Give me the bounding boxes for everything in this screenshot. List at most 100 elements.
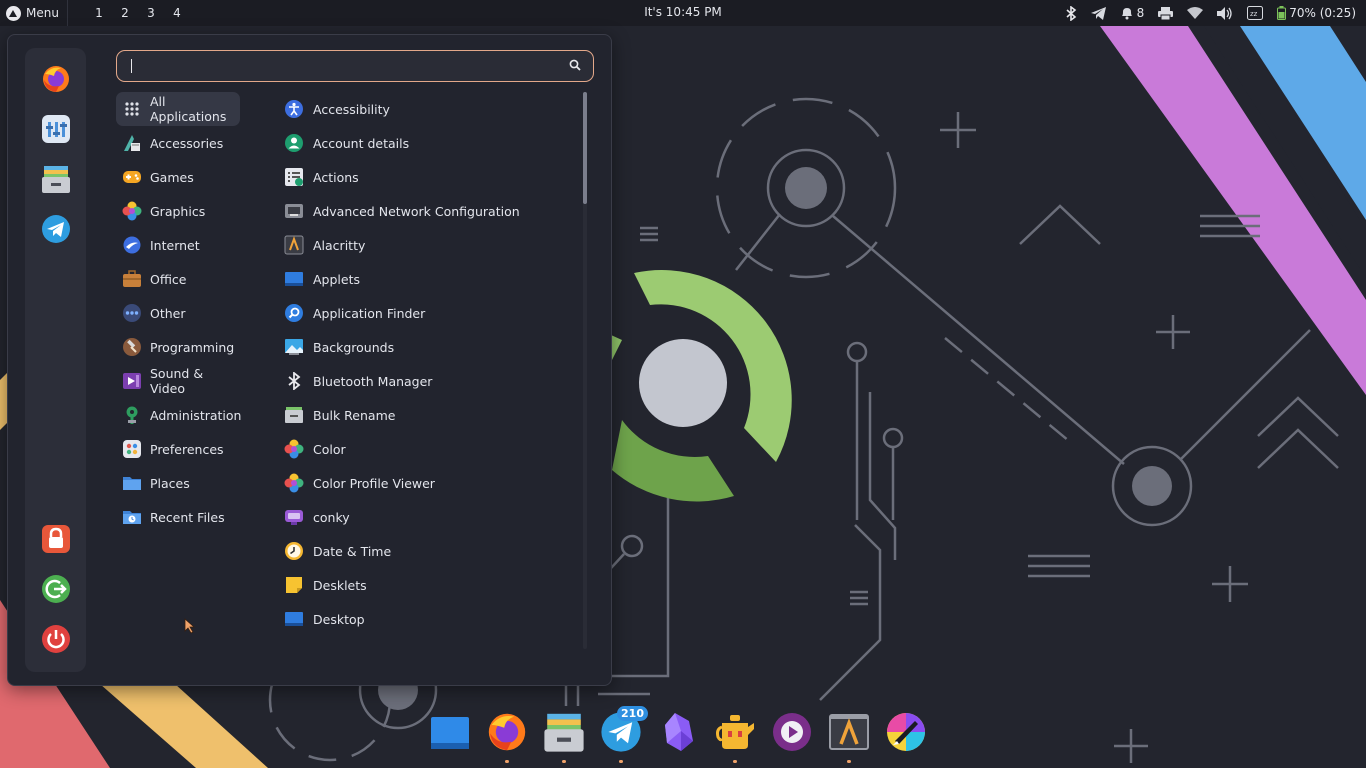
favorite-firefox[interactable] bbox=[39, 62, 73, 96]
running-indicator bbox=[733, 760, 737, 763]
app-application-finder[interactable]: Application Finder bbox=[278, 296, 578, 330]
obsidian-icon bbox=[665, 713, 693, 751]
app-backgrounds[interactable]: Backgrounds bbox=[278, 330, 578, 364]
dock-alacritty[interactable] bbox=[828, 711, 870, 763]
app-color[interactable]: Color bbox=[278, 432, 578, 466]
workspace-1[interactable]: 1 bbox=[86, 6, 112, 20]
preferences-icon bbox=[122, 439, 142, 459]
app-desktop[interactable]: Desktop bbox=[278, 602, 578, 636]
app-applets[interactable]: Applets bbox=[278, 262, 578, 296]
desklets-icon bbox=[284, 575, 304, 595]
applets-icon bbox=[284, 269, 304, 289]
wifi-icon[interactable] bbox=[1187, 7, 1204, 19]
logout-button[interactable] bbox=[39, 572, 73, 606]
shutdown-button[interactable] bbox=[39, 622, 73, 656]
logout-icon bbox=[42, 575, 70, 603]
desktop-icon bbox=[284, 609, 304, 629]
more-dots-icon bbox=[122, 303, 142, 323]
graphics-icon bbox=[122, 201, 142, 221]
network-card-icon bbox=[284, 201, 304, 221]
app-accessibility[interactable]: Accessibility bbox=[278, 92, 578, 126]
app-actions[interactable]: Actions bbox=[278, 160, 578, 194]
dock-teapot[interactable] bbox=[714, 711, 756, 763]
app-date-time[interactable]: Date & Time bbox=[278, 534, 578, 568]
category-sound-video[interactable]: Sound & Video bbox=[116, 364, 241, 398]
printer-icon[interactable] bbox=[1158, 6, 1174, 20]
favorite-mixer[interactable] bbox=[39, 112, 73, 146]
app-bluetooth-manager[interactable]: Bluetooth Manager bbox=[278, 364, 578, 398]
workspace-4[interactable]: 4 bbox=[164, 6, 190, 20]
dock-media-player[interactable] bbox=[771, 711, 813, 759]
favorite-file-manager[interactable] bbox=[39, 162, 73, 196]
firefox-icon bbox=[488, 713, 526, 751]
category-accessories[interactable]: Accessories bbox=[116, 126, 241, 160]
app-label: Advanced Network Configuration bbox=[313, 203, 520, 219]
category-label: Administration bbox=[150, 407, 242, 423]
menu-button[interactable]: Menu bbox=[0, 0, 68, 26]
app-label: conky bbox=[313, 509, 350, 525]
category-label: Preferences bbox=[150, 441, 224, 457]
dock-file-manager[interactable] bbox=[543, 711, 585, 763]
category-graphics[interactable]: Graphics bbox=[116, 194, 241, 228]
workspace-2[interactable]: 2 bbox=[112, 6, 138, 20]
battery-indicator[interactable]: 70% (0:25) bbox=[1277, 6, 1356, 20]
favorite-telegram[interactable] bbox=[39, 212, 73, 246]
category-office[interactable]: Office bbox=[116, 262, 241, 296]
app-label: Desklets bbox=[313, 577, 367, 593]
app-advanced-network-configuration[interactable]: Advanced Network Configuration bbox=[278, 194, 578, 228]
scrollbar-thumb[interactable] bbox=[583, 92, 587, 204]
app-bulk-rename[interactable]: Bulk Rename bbox=[278, 398, 578, 432]
category-internet[interactable]: Internet bbox=[116, 228, 241, 262]
category-list: All Applications Accessories Games Graph… bbox=[116, 92, 241, 534]
alacritty-icon bbox=[284, 235, 304, 255]
application-list: Accessibility Account details Actions Ad… bbox=[278, 92, 578, 649]
app-alacritty[interactable]: Alacritty bbox=[278, 228, 578, 262]
category-all-applications[interactable]: All Applications bbox=[116, 92, 240, 126]
telegram-tray-icon[interactable] bbox=[1090, 6, 1106, 20]
lock-screen-button[interactable] bbox=[39, 522, 73, 556]
dock-krita[interactable] bbox=[885, 711, 927, 759]
dock-firefox[interactable] bbox=[486, 711, 528, 763]
dock-show-desktop[interactable] bbox=[429, 711, 471, 759]
battery-text: 70% (0:25) bbox=[1289, 6, 1356, 20]
dock-obsidian[interactable] bbox=[657, 711, 699, 759]
notifications-indicator[interactable]: 8 bbox=[1120, 6, 1144, 20]
category-label: Games bbox=[150, 169, 194, 185]
app-list-scrollbar[interactable] bbox=[583, 92, 587, 649]
clock[interactable]: It's 10:45 PM bbox=[644, 5, 722, 19]
category-label: Places bbox=[150, 475, 190, 491]
app-account-details[interactable]: Account details bbox=[278, 126, 578, 160]
keyboard-layout-icon[interactable]: zz bbox=[1247, 6, 1264, 20]
text-caret bbox=[131, 59, 132, 73]
category-administration[interactable]: Administration bbox=[116, 398, 241, 432]
search-input[interactable] bbox=[116, 50, 594, 82]
color-profile-icon bbox=[284, 473, 304, 493]
backgrounds-icon bbox=[284, 337, 304, 357]
dock-telegram[interactable]: 210 bbox=[600, 706, 648, 763]
telegram-icon bbox=[42, 215, 70, 243]
search-icon[interactable] bbox=[569, 59, 581, 71]
category-other[interactable]: Other bbox=[116, 296, 241, 330]
category-label: All Applications bbox=[150, 94, 227, 124]
volume-icon[interactable] bbox=[1217, 6, 1233, 20]
workspace-3[interactable]: 3 bbox=[138, 6, 164, 20]
telegram-unread-badge: 210 bbox=[617, 706, 648, 721]
running-indicator bbox=[562, 760, 566, 763]
category-recent-files[interactable]: Recent Files bbox=[116, 500, 241, 534]
category-games[interactable]: Games bbox=[116, 160, 241, 194]
firefox-icon bbox=[43, 66, 69, 92]
alacritty-icon bbox=[829, 714, 869, 750]
bluetooth-icon[interactable] bbox=[1065, 5, 1077, 21]
running-indicator bbox=[619, 760, 623, 763]
dock: 210 bbox=[429, 706, 927, 763]
top-panel: Menu 1 2 3 4 It's 10:45 PM 8 zz 70% (0:2… bbox=[0, 0, 1366, 26]
app-label: Alacritty bbox=[313, 237, 366, 253]
app-conky[interactable]: conky bbox=[278, 500, 578, 534]
app-color-profile-viewer[interactable]: Color Profile Viewer bbox=[278, 466, 578, 500]
category-programming[interactable]: Programming bbox=[116, 330, 241, 364]
category-places[interactable]: Places bbox=[116, 466, 241, 500]
mixer-icon bbox=[42, 115, 70, 143]
recent-folder-icon bbox=[122, 507, 142, 527]
category-preferences[interactable]: Preferences bbox=[116, 432, 241, 466]
app-desklets[interactable]: Desklets bbox=[278, 568, 578, 602]
